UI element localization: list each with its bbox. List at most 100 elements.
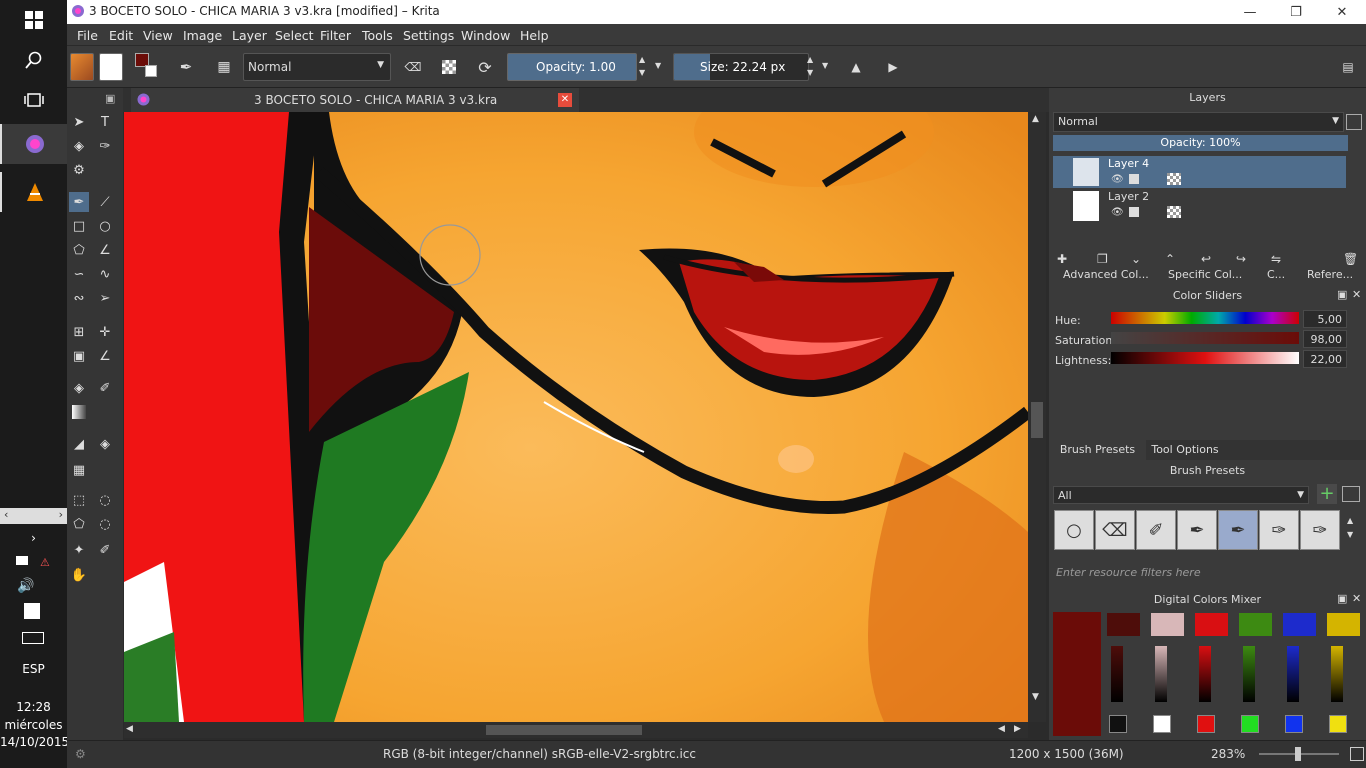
grid-tool[interactable]: ▦ [69,460,89,480]
measure-angle-tool[interactable]: ∠ [95,346,115,366]
mixer-color-button[interactable] [1285,715,1303,733]
pan-tool[interactable]: ✋ [69,565,89,585]
tab-tool-options[interactable]: Tool Options [1148,440,1222,460]
gradient-tool[interactable] [69,402,89,422]
horizontal-scroll-thumb[interactable] [486,725,642,735]
layer-opacity-slider[interactable]: Opacity: 100% [1053,135,1348,151]
minimize-button[interactable]: — [1227,0,1273,24]
preserve-alpha-button[interactable] [436,53,462,81]
mixer-color-button[interactable] [1329,715,1347,733]
freehand-brush-tool[interactable]: ✒ [69,192,89,212]
float-icon[interactable]: ▣ [1337,592,1347,605]
similar-select-tool[interactable]: ✐ [95,540,115,560]
mixer-tint-slider[interactable] [1243,646,1255,702]
scroll-right-icon[interactable]: ▶ [1014,724,1021,734]
move-layer-up-icon[interactable]: ⌃ [1165,252,1175,266]
layer-row[interactable]: Layer 4 👁 [1053,156,1346,188]
close-docker-icon[interactable]: ✕ [1352,592,1361,605]
brush-tag-filter-select[interactable]: All ▼ [1053,486,1309,504]
canvas-vertical-scrollbar[interactable]: ▲ ▼ [1028,112,1046,722]
multibrush-tool[interactable]: ➢ [95,288,115,308]
network-icon[interactable]: ⚠ [40,556,50,569]
tab-specific-color[interactable]: Specific Col... [1168,268,1242,281]
visibility-icon[interactable]: 👁 [1111,207,1124,218]
search-button[interactable] [0,40,67,80]
mirror-vertical-button[interactable]: ▶ [880,53,906,81]
size-spinner[interactable]: ▲ ▼ [807,53,819,81]
saturation-value[interactable]: 98,00 [1303,330,1347,348]
brush-preset[interactable]: ○ [1054,510,1094,550]
polyline-tool[interactable]: ∠ [95,240,115,260]
restore-button[interactable]: ❐ [1273,0,1319,24]
show-hidden-icons-button[interactable]: › [0,524,67,552]
rectangle-tool[interactable]: □ [69,216,89,236]
lightness-slider[interactable] [1111,352,1299,364]
menu-tools[interactable]: Tools [362,28,393,43]
mixer-color-button[interactable] [1153,715,1171,733]
size-dropdown[interactable]: ▼ [822,53,832,81]
freehand-path-tool[interactable]: ∿ [95,264,115,284]
tab-brush-presets[interactable]: Brush Presets [1049,440,1146,460]
close-docker-icon[interactable]: ✕ [1352,288,1361,301]
menu-help[interactable]: Help [520,28,549,43]
blend-mode-select[interactable]: Normal ▼ [243,53,391,81]
brush-preset[interactable]: ✑ [1259,510,1299,550]
layer-properties-button-icon[interactable]: ↩ [1201,252,1211,266]
layer-blend-mode-select[interactable]: Normal ▼ [1053,112,1344,132]
keyboard-icon[interactable] [22,632,44,644]
add-preset-icon[interactable]: + [1317,484,1337,504]
canvas-horizontal-scrollbar[interactable]: ◀ ◀ ▶ [124,722,1028,738]
preset-scroll[interactable]: ▲ ▼ [1347,514,1353,542]
polygon-select-tool[interactable]: ⬠ [69,514,89,534]
assistant-tool[interactable]: ◢ [69,434,89,454]
crop-tool[interactable]: ⊞ [69,322,89,342]
mixer-current-color[interactable] [1053,612,1101,736]
pattern-selector[interactable] [99,53,123,81]
layer-menu-icon[interactable]: ⇋ [1271,252,1281,266]
contiguous-select-tool[interactable]: ✦ [69,540,89,560]
menu-view[interactable]: View [143,28,173,43]
move-tool[interactable]: ✛ [95,322,115,342]
select-shapes-tool[interactable]: ➤ [69,112,89,132]
zoom-level[interactable]: 283% [1211,747,1245,761]
gradient-edit-tool[interactable]: ⚙ [69,160,89,180]
brush-preset[interactable]: ✐ [1136,510,1176,550]
dynamic-brush-tool[interactable]: ∾ [69,288,89,308]
toolbox-float-icon[interactable]: ▣ [105,92,115,105]
mixer-color-button[interactable] [1109,715,1127,733]
calligraphy-tool[interactable]: ✑ [95,136,115,156]
pattern-grid-button[interactable]: ▦ [211,53,237,81]
rect-select-tool[interactable]: ⬚ [69,490,89,510]
polygon-tool[interactable]: ⬠ [69,240,89,260]
perspective-grid-tool[interactable]: ◈ [95,434,115,454]
hue-value[interactable]: 5,00 [1303,310,1347,328]
resource-filter-input[interactable]: Enter resource filters here [1056,566,1201,579]
vlc-taskbar-app[interactable] [0,172,67,212]
scroll-left-icon[interactable]: ◀ [126,724,133,734]
menu-filter[interactable]: Filter [320,28,351,43]
mixer-color-button[interactable] [1241,715,1259,733]
brush-preset[interactable]: ✒ [1177,510,1217,550]
eraser-mode-button[interactable]: ⌫ [400,53,426,81]
saturation-slider[interactable] [1111,332,1299,344]
background-color-swatch[interactable] [145,65,157,77]
ellipse-select-tool[interactable]: ◌ [95,490,115,510]
visibility-icon[interactable]: 👁 [1111,174,1124,185]
alpha-lock-icon[interactable] [1167,173,1181,185]
mixer-swatch[interactable] [1195,613,1228,636]
hue-slider[interactable] [1111,312,1299,324]
mixer-tint-slider[interactable] [1199,646,1211,702]
krita-taskbar-app[interactable] [0,124,67,164]
preset-view-icon[interactable] [1342,486,1360,502]
mixer-swatch[interactable] [1283,613,1316,636]
rotation-icon[interactable] [1350,747,1364,761]
mixer-tint-slider[interactable] [1155,646,1167,702]
lock-icon[interactable] [1129,174,1139,184]
brush-preset[interactable]: ✒ [1218,510,1258,550]
menu-window[interactable]: Window [461,28,510,43]
freehand-select-tool[interactable]: ◌ [95,514,115,534]
notifications-icon[interactable] [24,603,40,619]
mixer-tint-slider[interactable] [1331,646,1343,702]
mixer-tint-slider[interactable] [1111,646,1123,702]
tray-scrollbar[interactable]: ‹ › [0,508,67,524]
